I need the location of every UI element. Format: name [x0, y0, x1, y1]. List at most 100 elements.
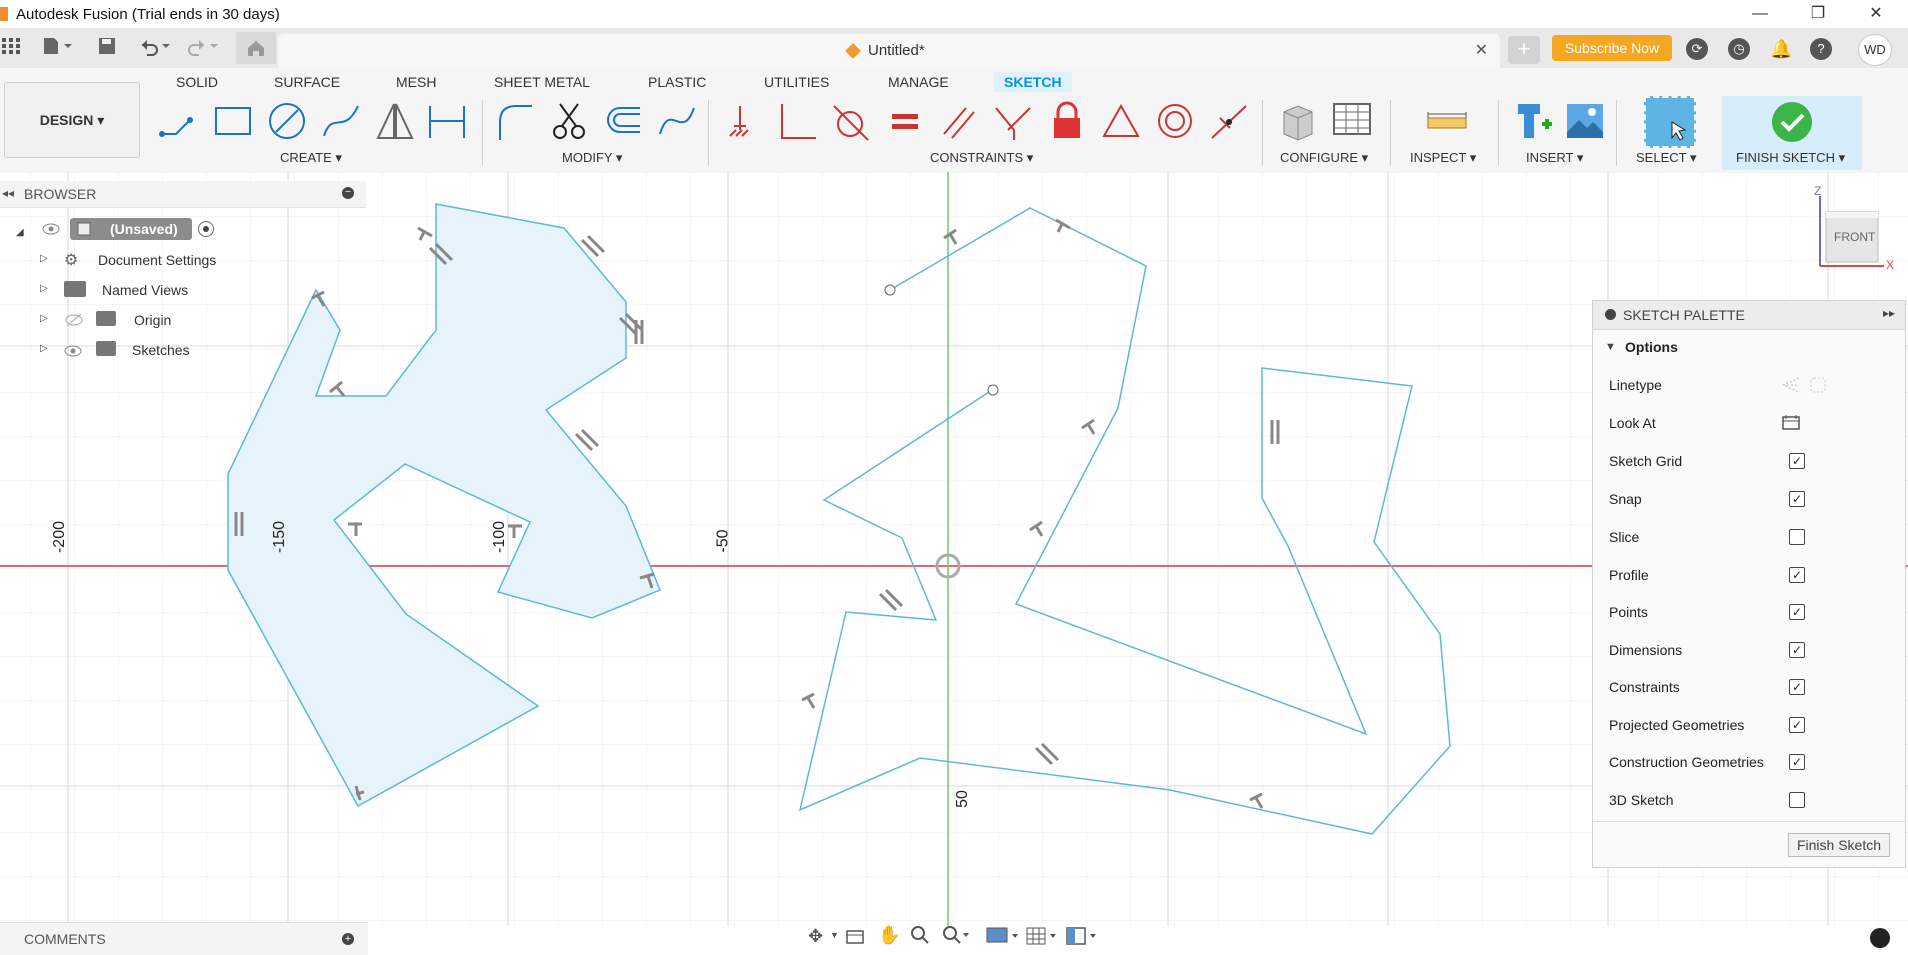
collapse-browser-icon[interactable]: ◂◂ [2, 186, 14, 200]
orbit-icon[interactable]: ✥ [808, 926, 823, 947]
file-menu-icon[interactable] [38, 36, 78, 60]
finish-sketch-menu[interactable]: FINISH SKETCH ▾ [1736, 150, 1845, 166]
help-icon[interactable]: ? [1810, 38, 1832, 60]
constraints-checkbox[interactable]: ✓ [1789, 679, 1805, 695]
named-views-expander[interactable]: ▷ [40, 283, 48, 294]
browser-item-document-settings[interactable]: Document Settings [98, 252, 216, 268]
configure-menu[interactable]: CONFIGURE ▾ [1280, 150, 1368, 166]
concentric-constraint-icon[interactable] [1154, 100, 1196, 142]
notifications-icon[interactable]: 🔔 [1770, 38, 1792, 60]
viewcube[interactable]: Z X FRONT [1806, 184, 1906, 284]
parallel-constraint-icon[interactable] [938, 100, 980, 142]
constraints-menu[interactable]: CONSTRAINTS ▾ [930, 150, 1033, 166]
sketch-curve-tool-icon[interactable] [656, 100, 698, 142]
hidden-eye-icon[interactable] [64, 313, 84, 330]
projected-geometries-checkbox[interactable]: ✓ [1789, 717, 1805, 733]
inspect-menu[interactable]: INSPECT ▾ [1410, 150, 1476, 166]
offset-tool-icon[interactable] [602, 100, 644, 142]
viewports-icon[interactable] [1066, 926, 1100, 949]
new-tab-button[interactable]: + [1508, 36, 1540, 64]
eye-icon[interactable] [64, 344, 82, 360]
select-menu[interactable]: SELECT ▾ [1636, 150, 1696, 166]
triangle-constraint-icon[interactable] [1100, 100, 1142, 142]
tab-surface[interactable]: SURFACE [274, 74, 340, 90]
tab-mesh[interactable]: MESH [396, 74, 436, 90]
3d-sketch-checkbox[interactable] [1789, 792, 1805, 808]
document-settings-expander[interactable]: ▷ [40, 253, 48, 264]
browser-item-origin[interactable]: Origin [134, 312, 171, 328]
browser-minimize-icon[interactable]: − [342, 187, 354, 199]
design-workspace-button[interactable]: DESIGN ▾ [4, 82, 140, 158]
finish-sketch-button[interactable]: FINISH SKETCH ▾ [1722, 96, 1862, 170]
slice-checkbox[interactable] [1789, 529, 1805, 545]
zoom-icon[interactable] [910, 925, 930, 948]
line-tool-icon[interactable] [158, 100, 200, 142]
mirror-tool-icon[interactable] [374, 100, 416, 142]
restore-button[interactable]: ❐ [1796, 2, 1840, 26]
finish-sketch-palette-button[interactable]: Finish Sketch [1788, 833, 1890, 857]
insert-menu[interactable]: INSERT ▾ [1526, 150, 1583, 166]
fix-constraint-icon[interactable] [724, 100, 766, 142]
trim-tool-icon[interactable] [548, 100, 590, 142]
create-menu[interactable]: CREATE ▾ [280, 150, 342, 166]
snap-checkbox[interactable]: ✓ [1789, 491, 1805, 507]
viewcube-face-front[interactable]: FRONT [1834, 230, 1875, 244]
browser-item-sketches[interactable]: Sketches [132, 342, 190, 358]
redo-icon[interactable] [184, 36, 224, 60]
save-icon[interactable] [96, 36, 118, 60]
options-collapse-icon[interactable]: ▼ [1605, 341, 1616, 353]
configure-box-icon[interactable] [1278, 100, 1322, 142]
subscribe-button[interactable]: Subscribe Now [1552, 35, 1672, 61]
insert-mcmaster-icon[interactable] [1512, 100, 1554, 142]
tab-solid[interactable]: SOLID [176, 74, 218, 90]
origin-expander[interactable]: ▷ [40, 313, 48, 324]
tab-sheet-metal[interactable]: SHEET METAL [494, 74, 590, 90]
undo-icon[interactable] [136, 36, 176, 60]
palette-minimize-icon[interactable] [1605, 309, 1616, 320]
points-checkbox[interactable]: ✓ [1789, 604, 1805, 620]
extensions-icon[interactable]: ⟳ [1686, 38, 1708, 60]
tab-utilities[interactable]: UTILITIES [764, 74, 829, 90]
perpendicular-constraint-icon[interactable] [776, 100, 818, 142]
dimensions-checkbox[interactable]: ✓ [1789, 642, 1805, 658]
display-settings-icon[interactable] [986, 926, 1020, 949]
midpoint-constraint-icon[interactable] [1208, 100, 1250, 142]
app-grid-icon[interactable] [0, 36, 22, 60]
grid-settings-icon[interactable] [1026, 926, 1060, 949]
insert-canvas-icon[interactable] [1564, 100, 1606, 142]
browser-root-item[interactable]: (Unsaved) [70, 218, 192, 240]
eye-icon[interactable] [42, 222, 60, 235]
tab-sketch[interactable]: SKETCH [994, 72, 1072, 92]
fillet-tool-icon[interactable] [494, 100, 536, 142]
dimension-tool-icon[interactable] [426, 100, 468, 142]
sketches-expander[interactable]: ▷ [40, 343, 48, 354]
select-tool-icon[interactable] [1644, 96, 1696, 148]
job-status-icon[interactable]: ◷ [1728, 38, 1750, 60]
profile-checkbox[interactable]: ✓ [1789, 567, 1805, 583]
sketch-grid-checkbox[interactable]: ✓ [1789, 453, 1805, 469]
feedback-icon[interactable] [1870, 928, 1890, 948]
palette-expand-icon[interactable]: ▸▸ [1883, 306, 1895, 320]
sketch-endpoint[interactable] [884, 284, 896, 296]
measure-icon[interactable] [1424, 100, 1470, 142]
look-at-icon[interactable] [1781, 413, 1801, 434]
close-window-button[interactable]: ✕ [1854, 2, 1898, 26]
pan-icon[interactable]: ✋ [878, 925, 900, 946]
coincident-constraint-icon[interactable] [992, 100, 1034, 142]
home-icon[interactable] [236, 32, 276, 64]
linetype-construction-icon[interactable] [1781, 375, 1827, 398]
activate-radio-icon[interactable] [198, 221, 214, 237]
close-tab-button[interactable]: ✕ [1475, 40, 1488, 60]
orbit-dropdown-icon[interactable]: ▼ [830, 930, 839, 940]
look-at-nav-icon[interactable] [846, 928, 864, 947]
construction-geometries-checkbox[interactable]: ✓ [1789, 754, 1805, 770]
spline-tool-icon[interactable] [320, 100, 362, 142]
rectangle-tool-icon[interactable] [212, 100, 254, 142]
tab-manage[interactable]: MANAGE [888, 74, 949, 90]
browser-root-expander[interactable]: ◢ [16, 222, 24, 238]
tab-plastic[interactable]: PLASTIC [648, 74, 706, 90]
lock-constraint-icon[interactable] [1046, 100, 1088, 142]
equal-constraint-icon[interactable] [884, 100, 926, 142]
tangent-constraint-icon[interactable] [830, 100, 872, 142]
document-tab[interactable]: Untitled* ✕ [278, 34, 1500, 68]
